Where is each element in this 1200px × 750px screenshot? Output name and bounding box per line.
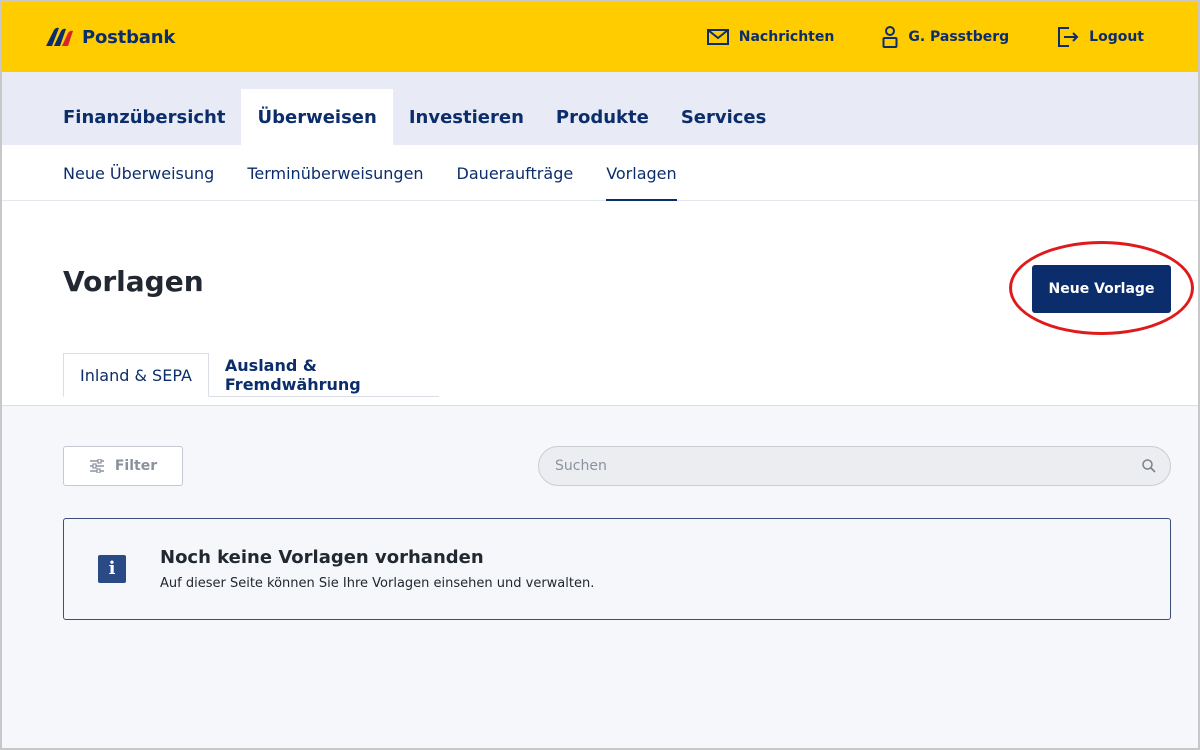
search-box xyxy=(538,446,1171,486)
logo-text: Postbank xyxy=(82,26,176,48)
sub-navigation: Neue Überweisung Terminüberweisungen Dau… xyxy=(2,145,1198,201)
info-icon: i xyxy=(98,555,126,583)
info-title: Noch keine Vorlagen vorhanden xyxy=(160,547,484,568)
page-title: Vorlagen xyxy=(63,265,204,298)
postbank-logo[interactable]: Postbank xyxy=(44,24,175,50)
messages-link[interactable]: Nachrichten xyxy=(706,29,835,45)
top-bar: Postbank Nachrichten G. Passtberg Logout xyxy=(2,2,1198,72)
top-actions: Nachrichten G. Passtberg Logout xyxy=(706,2,1144,72)
sub-nav-terminueberweisungen[interactable]: Terminüberweisungen xyxy=(247,145,423,201)
app-window: Postbank Nachrichten G. Passtberg Logout… xyxy=(0,0,1200,750)
messages-label: Nachrichten xyxy=(738,29,835,45)
filter-button[interactable]: Filter xyxy=(63,446,183,486)
main-nav-finanzuebersicht[interactable]: Finanzübersicht xyxy=(47,89,241,145)
content-header: Vorlagen Neue Vorlage Inland & SEPA Ausl… xyxy=(2,201,1198,406)
logout-label: Logout xyxy=(1089,29,1144,45)
logout-icon xyxy=(1058,27,1079,47)
envelope-icon xyxy=(706,29,729,45)
main-nav-services[interactable]: Services xyxy=(665,89,783,145)
main-nav-list: Finanzübersicht Überweisen Investieren P… xyxy=(47,89,782,145)
sub-nav-vorlagen[interactable]: Vorlagen xyxy=(606,145,678,201)
main-nav-produkte[interactable]: Produkte xyxy=(540,89,665,145)
main-navigation: Finanzübersicht Überweisen Investieren P… xyxy=(2,72,1198,145)
template-tabs: Inland & SEPA Ausland & Fremdwährung xyxy=(63,353,439,397)
search-input[interactable] xyxy=(555,447,1135,485)
new-template-button[interactable]: Neue Vorlage xyxy=(1032,265,1171,313)
user-profile-link[interactable]: G. Passtberg xyxy=(882,26,1009,48)
info-text: Auf dieser Seite können Sie Ihre Vorlage… xyxy=(160,576,595,591)
postbank-logo-icon xyxy=(46,27,73,46)
sub-nav-list: Neue Überweisung Terminüberweisungen Dau… xyxy=(63,145,678,201)
main-nav-ueberweisen[interactable]: Überweisen xyxy=(241,89,393,145)
filter-sliders-icon xyxy=(89,459,104,473)
user-icon xyxy=(882,26,898,48)
logout-link[interactable]: Logout xyxy=(1057,26,1144,48)
tab-inland-sepa[interactable]: Inland & SEPA xyxy=(63,353,209,397)
empty-state-info-box: i Noch keine Vorlagen vorhanden Auf dies… xyxy=(63,518,1171,620)
main-nav-investieren[interactable]: Investieren xyxy=(393,89,540,145)
filter-label: Filter xyxy=(114,458,158,474)
sub-nav-neue-ueberweisung[interactable]: Neue Überweisung xyxy=(63,145,214,201)
search-icon[interactable] xyxy=(1142,459,1156,473)
tab-ausland-fremdwaehrung[interactable]: Ausland & Fremdwährung xyxy=(208,353,439,397)
sub-nav-dauerauftraege[interactable]: Daueraufträge xyxy=(457,145,574,201)
user-name-label: G. Passtberg xyxy=(908,29,1010,45)
